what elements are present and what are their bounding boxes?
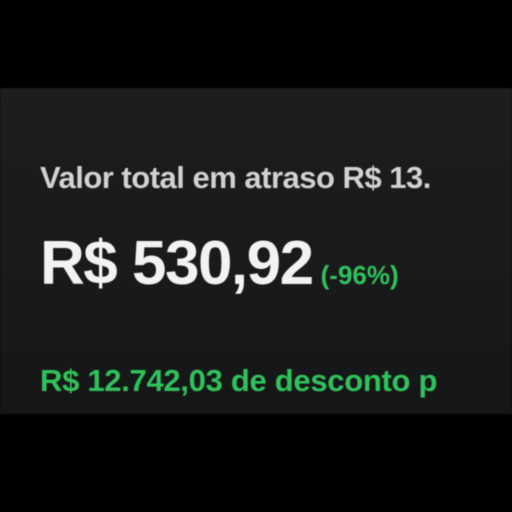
screen-panel: Valor total em atraso R$ 13. R$ 530,92 (… bbox=[0, 88, 512, 414]
discount-amount-text: R$ 12.742,03 de desconto p bbox=[40, 363, 438, 398]
photo-frame: Valor total em atraso R$ 13. R$ 530,92 (… bbox=[0, 0, 512, 512]
discount-percent-badge: (-96%) bbox=[320, 260, 399, 290]
offer-price: R$ 530,92 bbox=[40, 229, 314, 298]
overdue-total-label: Valor total em atraso R$ 13. bbox=[40, 160, 431, 195]
price-row: R$ 530,92 (-96%) bbox=[40, 228, 399, 299]
